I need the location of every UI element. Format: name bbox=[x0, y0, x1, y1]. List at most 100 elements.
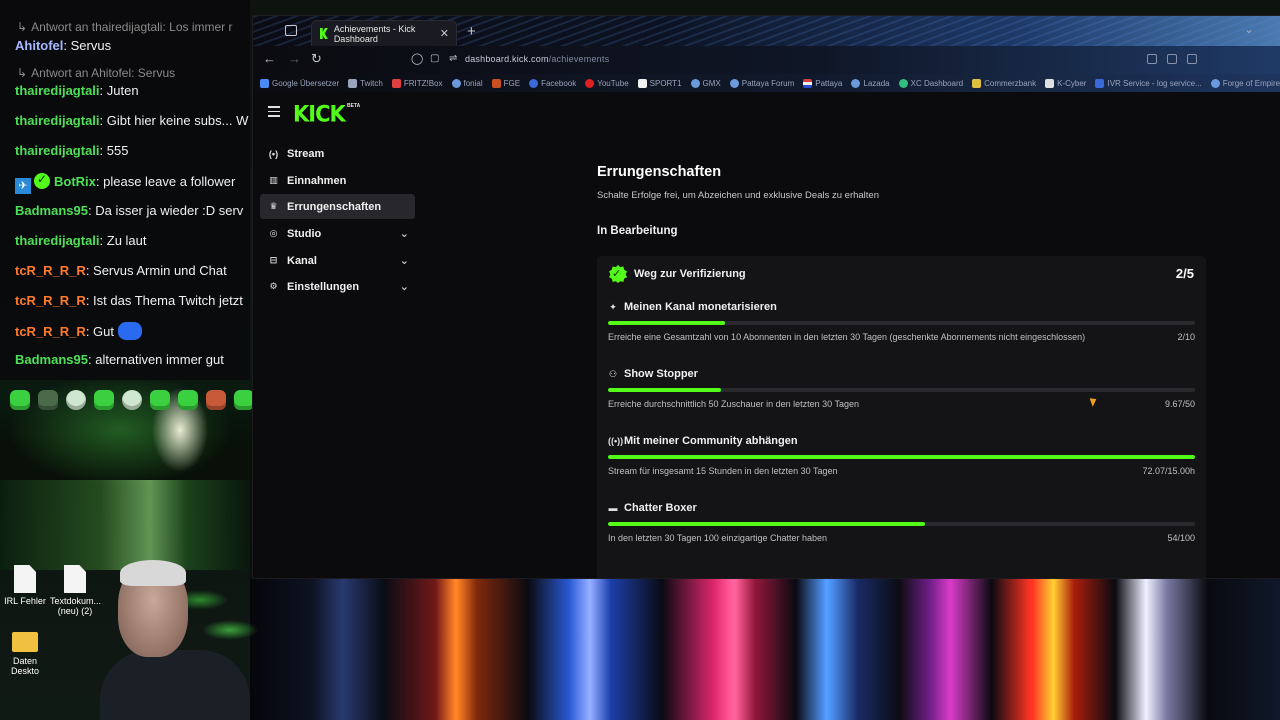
bookmark-item[interactable]: FGE bbox=[491, 78, 520, 88]
tab-achievements[interactable]: Achievements - Kick Dashboard ✕ bbox=[311, 20, 457, 46]
chat-text: : Servus Armin und Chat bbox=[85, 263, 227, 278]
chat-message: thairedijagtali: Zu laut bbox=[15, 233, 147, 248]
extension-icon[interactable] bbox=[1187, 54, 1197, 64]
back-arrow-icon[interactable]: ← bbox=[263, 51, 276, 66]
sidebar-item-studio[interactable]: ◎ Studio ⌄ bbox=[260, 221, 415, 246]
achievement-value: 2/10 bbox=[1177, 332, 1195, 342]
chat-message: tcR_R_R_R: Ist das Thema Twitch jetzt bbox=[15, 293, 243, 308]
chevron-down-icon[interactable]: ⌄ bbox=[1244, 22, 1254, 36]
tab-groups-icon[interactable] bbox=[285, 25, 297, 36]
bookmark-item[interactable]: YouTube bbox=[585, 78, 629, 88]
wallpaper-lake-reflection bbox=[0, 480, 250, 570]
bookmark-item[interactable]: GMX bbox=[690, 78, 721, 88]
chat-username: Badmans95 bbox=[15, 203, 88, 218]
sidebar-item-einstellungen[interactable]: ⚙ Einstellungen ⌄ bbox=[260, 274, 415, 299]
bookmark-item[interactable]: Pattaya Forum bbox=[729, 78, 794, 88]
shield-icon[interactable]: ◯ bbox=[411, 52, 423, 65]
bot-badge-icon: ✈ bbox=[15, 178, 31, 194]
bookmark-favicon-icon bbox=[391, 78, 401, 88]
tab-title: Achievements - Kick Dashboard bbox=[333, 23, 416, 44]
checkmark-icon: ✓ bbox=[612, 268, 622, 280]
chat-message: tcR_R_R_R: Gut bbox=[15, 322, 142, 340]
bookmark-item[interactable]: FRITZ!Box bbox=[391, 78, 443, 88]
sidebar-item-label: Einstellungen bbox=[287, 280, 360, 293]
chat-bubble-icon: ▬ bbox=[608, 503, 618, 513]
chat-text: : Da isser ja wieder :D serv bbox=[87, 203, 244, 218]
webcam-person-body bbox=[100, 650, 250, 720]
achievement-description: Stream für insgesamt 15 Stunden in den l… bbox=[608, 466, 838, 476]
chevron-down-icon: ⌄ bbox=[399, 255, 409, 267]
chat-message: tcR_R_R_R: Servus Armin und Chat bbox=[15, 263, 227, 278]
reply-icon: ↳ bbox=[17, 66, 28, 80]
forward-arrow-icon[interactable]: → bbox=[288, 51, 301, 66]
chat-message: ✈ BotRix: please leave a follower bbox=[15, 172, 236, 194]
chat-text: : Gibt hier keine subs... W bbox=[99, 113, 249, 128]
chat-username: tcR_R_R_R bbox=[15, 263, 86, 278]
bookmark-item[interactable]: XC Dashboard bbox=[898, 78, 963, 88]
bookmark-item[interactable]: Lazada bbox=[851, 78, 890, 88]
globe-icon bbox=[451, 78, 461, 88]
extension-icon[interactable] bbox=[1147, 54, 1157, 64]
bookmark-item[interactable]: fonial bbox=[451, 78, 483, 88]
desktop-icon-daten-desktop[interactable]: Daten Deskto bbox=[0, 628, 50, 676]
gear-icon: ⚙ bbox=[269, 281, 278, 291]
extension-icon[interactable] bbox=[1167, 54, 1177, 64]
desktop-icon-label: IRL Fehler bbox=[4, 596, 46, 606]
bookmark-item[interactable]: K-Cyber bbox=[1045, 78, 1086, 88]
new-tab-button[interactable]: + bbox=[467, 23, 476, 40]
bookmark-item[interactable]: SPORT1 bbox=[637, 78, 682, 88]
globe-icon bbox=[729, 78, 739, 88]
bookmark-item[interactable]: Forge of Empires bbox=[1210, 78, 1280, 88]
achievement-progress-bar bbox=[608, 388, 1195, 392]
card-header[interactable]: ✓ Weg zur Verifizierung 2/5 bbox=[597, 256, 1206, 292]
sidebar-item-errungenschaften[interactable]: ♛ Errungenschaften bbox=[260, 194, 415, 219]
url-path: /achievements bbox=[548, 54, 610, 64]
address-bar[interactable]: dashboard.kick.com/achievements bbox=[465, 54, 609, 64]
lock-icon[interactable]: ▢ bbox=[430, 53, 439, 64]
bookmark-item[interactable]: IVR Service - log service... bbox=[1095, 78, 1202, 88]
reload-icon[interactable]: ↻ bbox=[311, 51, 322, 67]
chat-message: thairedijagtali: 555 bbox=[15, 143, 128, 158]
flag-icon bbox=[803, 78, 813, 88]
desktop-icon-irl-fehler[interactable]: IRL Fehler bbox=[0, 565, 50, 606]
bookmark-favicon-icon bbox=[637, 78, 647, 88]
chevron-down-icon: ⌄ bbox=[399, 281, 409, 293]
tab-close-icon[interactable]: ✕ bbox=[440, 27, 449, 40]
bookmark-item[interactable]: Pattaya bbox=[803, 78, 842, 88]
sidebar-item-stream[interactable]: (•) Stream bbox=[260, 141, 415, 166]
emote-icon bbox=[118, 322, 142, 340]
bookmark-item[interactable]: Facebook bbox=[529, 78, 576, 88]
sidebar-item-label: Stream bbox=[287, 147, 325, 160]
viewers-icon: ⚇ bbox=[608, 368, 618, 379]
menu-hamburger-icon[interactable] bbox=[268, 106, 280, 120]
achievement-item: ▬ Chatter Boxer In den letzten 30 Tagen 1… bbox=[608, 502, 1195, 564]
verification-path-card: ✓ Weg zur Verifizierung 2/5 ✦ Meinen Kana… bbox=[597, 256, 1206, 578]
webcam-overlay bbox=[80, 560, 260, 720]
verified-badge-icon bbox=[34, 172, 50, 189]
chat-text: : please leave a follower bbox=[95, 174, 236, 189]
chat-text: : Ist das Thema Twitch jetzt bbox=[85, 293, 243, 308]
kick-logo[interactable]: KICK bbox=[293, 101, 346, 126]
chat-reply-line: ↳ Antwort an thairedijagtali: Los immer r bbox=[17, 20, 233, 34]
achievement-item: ⚇ Show Stopper Erreiche durchschnittlich … bbox=[608, 368, 1195, 430]
chat-text: : 555 bbox=[99, 143, 129, 158]
folder-icon bbox=[12, 632, 38, 652]
bookmark-favicon-icon bbox=[898, 78, 908, 88]
chat-username: thairedijagtali bbox=[15, 113, 100, 128]
chat-username: BotRix bbox=[54, 174, 96, 189]
globe-icon bbox=[1210, 78, 1220, 88]
progress-fill bbox=[608, 321, 726, 325]
sidebar-item-einnahmen[interactable]: ▥ Einnahmen bbox=[260, 168, 415, 193]
card-progress-count: 2/5 bbox=[1175, 266, 1194, 281]
youtube-icon bbox=[585, 78, 595, 88]
url-host: dashboard.kick.com bbox=[465, 54, 549, 64]
chat-text: : Juten bbox=[99, 83, 139, 98]
bookmark-item[interactable]: Twitch bbox=[348, 78, 383, 88]
reply-icon: ↳ bbox=[17, 20, 28, 34]
globe-icon bbox=[690, 78, 700, 88]
achievement-progress-bar bbox=[608, 522, 1195, 526]
sidebar-item-kanal[interactable]: ⊟ Kanal ⌄ bbox=[260, 248, 415, 273]
bookmark-item[interactable]: Google Übersetzer bbox=[260, 78, 339, 88]
site-settings-icon[interactable]: ⇌ bbox=[449, 53, 457, 64]
bookmark-item[interactable]: Commerzbank bbox=[972, 78, 1036, 88]
